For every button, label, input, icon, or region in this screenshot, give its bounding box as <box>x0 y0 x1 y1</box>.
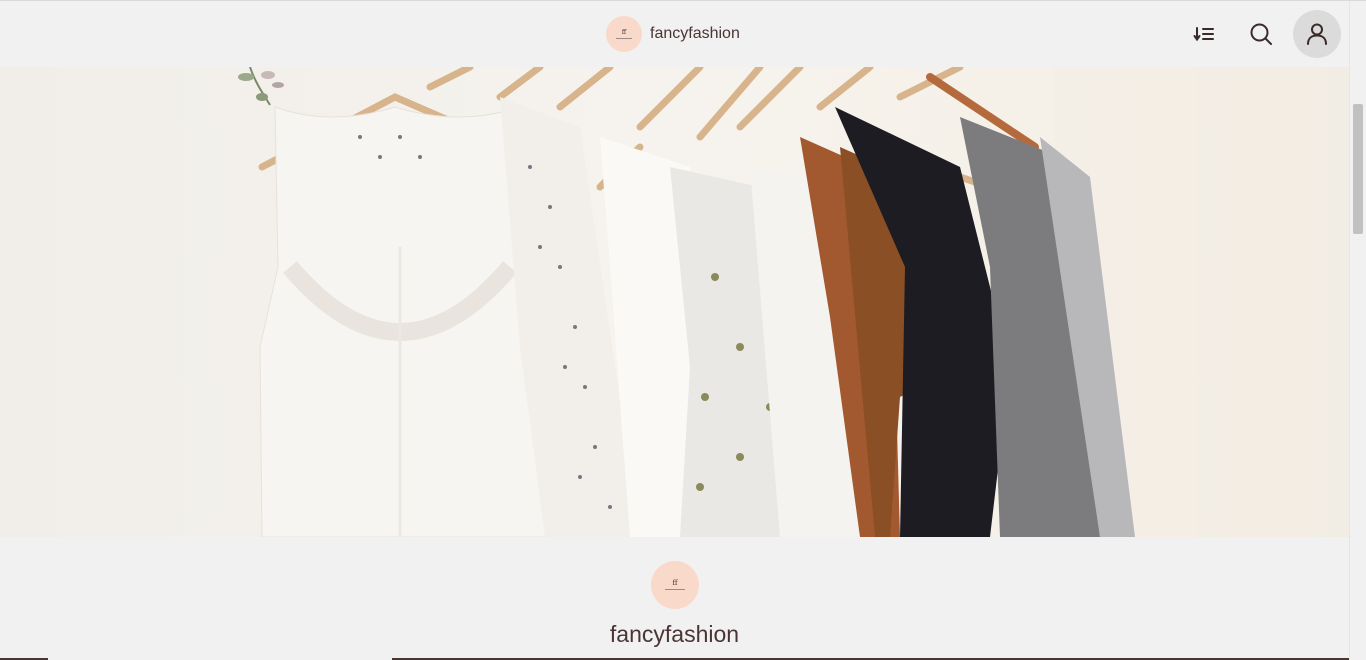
scrollbar-thumb[interactable] <box>1353 104 1363 234</box>
search-icon <box>1250 23 1272 45</box>
page: ff fancyfashion ff fancyfashion <box>0 0 1366 660</box>
brand-name: fancyfashion <box>650 25 740 42</box>
scrollbar[interactable] <box>1349 1 1366 660</box>
user-icon <box>1307 23 1327 45</box>
sort-button[interactable] <box>1186 16 1222 52</box>
cover-image <box>0 67 1349 537</box>
account-button[interactable] <box>1293 10 1341 58</box>
brand-logo-underline <box>616 37 632 39</box>
profile-logo-monogram: ff <box>672 579 678 587</box>
profile-logo: ff <box>651 561 699 609</box>
profile-name: fancyfashion <box>609 621 740 647</box>
search-button[interactable] <box>1243 16 1279 52</box>
profile-section: ff fancyfashion <box>0 537 1349 660</box>
top-header: ff fancyfashion <box>0 1 1349 67</box>
brand-logo: ff <box>606 16 642 52</box>
profile-logo-underline <box>665 589 685 590</box>
sort-descending-icon <box>1193 27 1214 42</box>
clothing-rack-illustration <box>0 67 1349 537</box>
brand-link[interactable]: ff fancyfashion <box>606 16 740 52</box>
brand-logo-monogram: ff <box>621 28 627 36</box>
